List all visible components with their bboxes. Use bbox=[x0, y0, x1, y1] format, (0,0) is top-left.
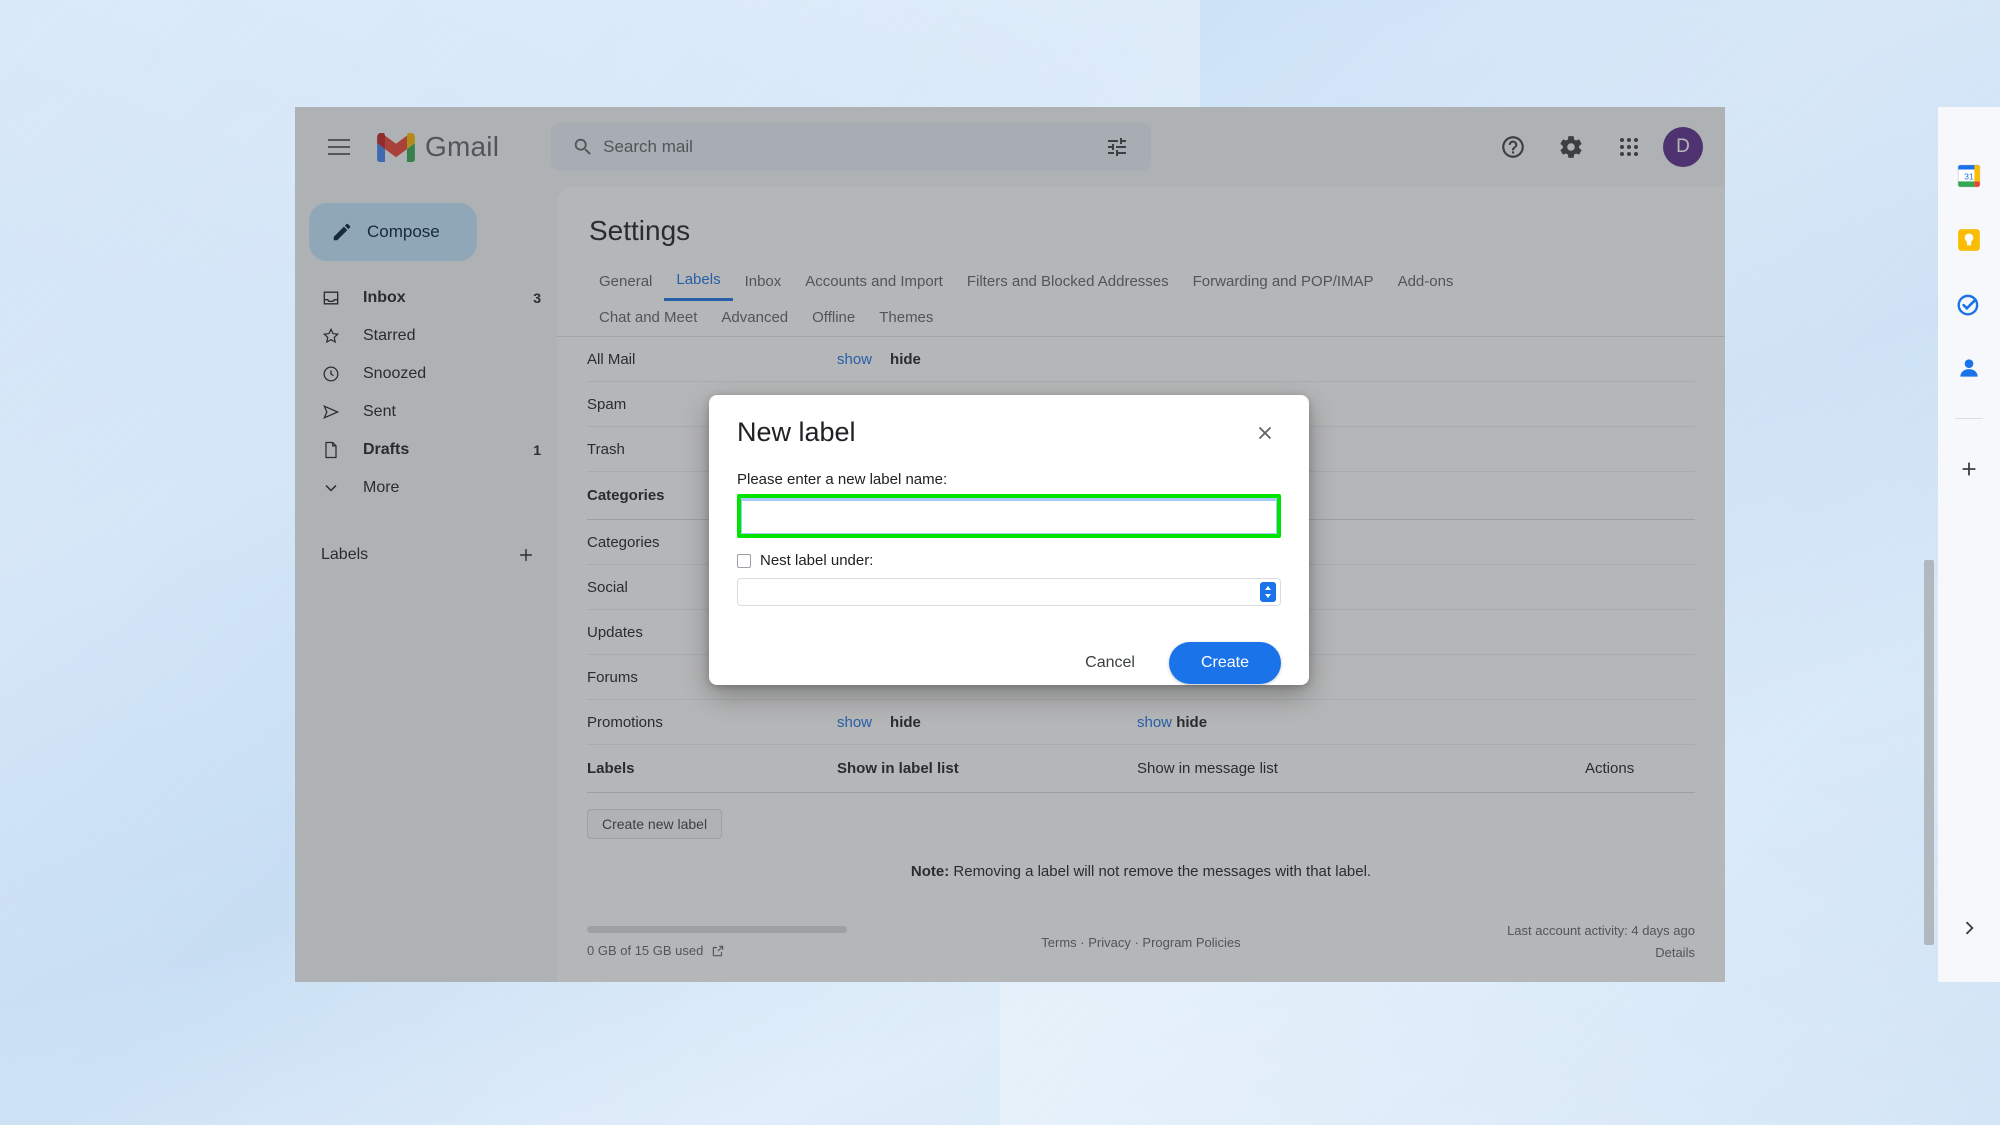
nest-parent-select[interactable] bbox=[737, 578, 1281, 606]
create-button[interactable]: Create bbox=[1168, 642, 1281, 684]
dialog-header: New label bbox=[737, 417, 1281, 449]
cancel-button[interactable]: Cancel bbox=[1069, 644, 1151, 682]
dialog-actions: Cancel Create bbox=[737, 642, 1281, 684]
new-label-dialog: New label Please enter a new label name:… bbox=[709, 395, 1309, 685]
label-name-highlight bbox=[737, 494, 1281, 538]
dialog-prompt: Please enter a new label name: bbox=[737, 471, 948, 488]
nest-label-text: Nest label under: bbox=[760, 552, 874, 569]
close-icon[interactable] bbox=[1249, 417, 1281, 449]
label-name-input[interactable] bbox=[741, 498, 1277, 534]
modal-backdrop: New label Please enter a new label name:… bbox=[0, 0, 2000, 1125]
nest-label-row: Nest label under: bbox=[737, 552, 1281, 569]
nest-label-checkbox[interactable] bbox=[737, 553, 751, 568]
dialog-title: New label bbox=[737, 417, 856, 447]
nest-parent-select-wrap bbox=[737, 578, 1281, 606]
